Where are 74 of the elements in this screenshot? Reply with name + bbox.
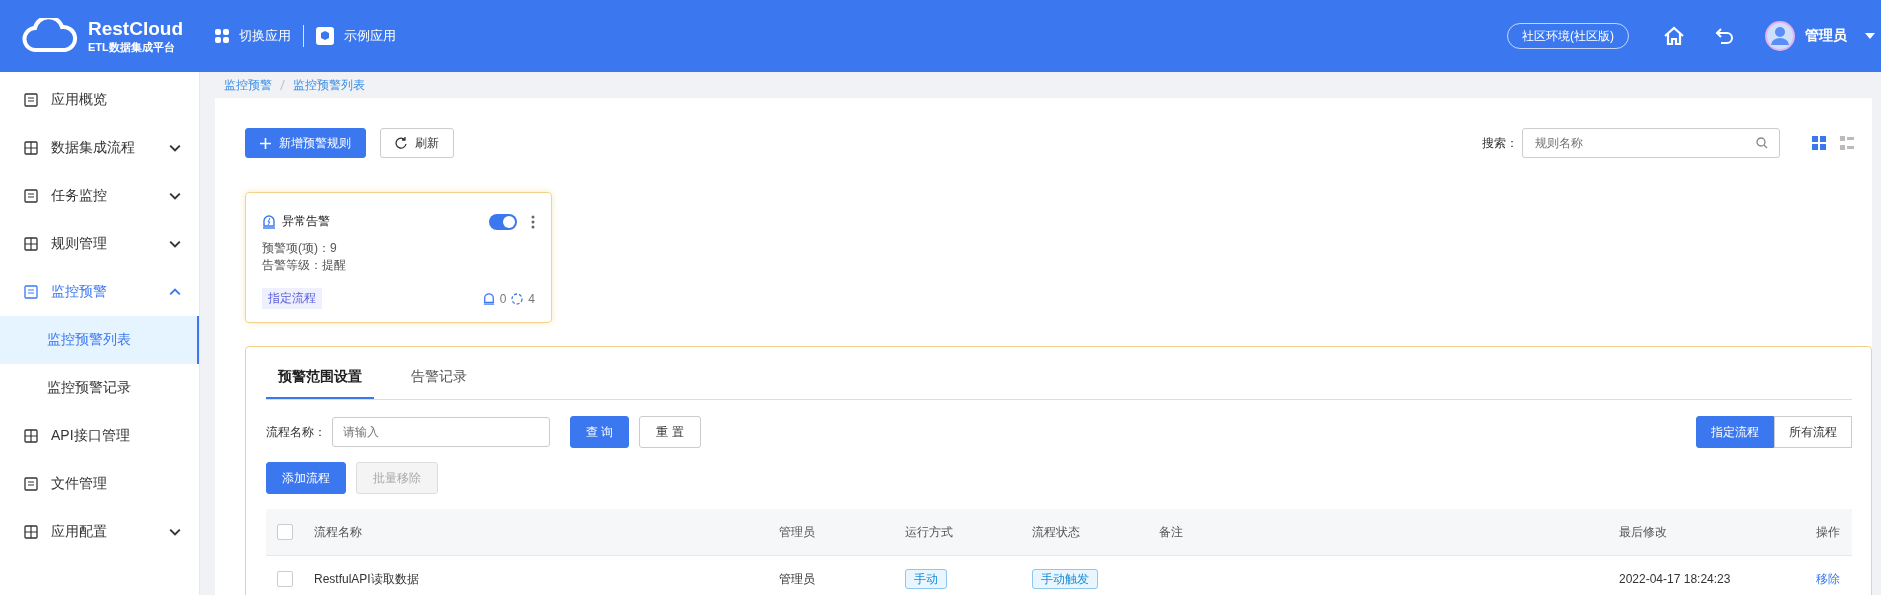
tab[interactable]: 告警记录 [400, 357, 478, 397]
add-process-button[interactable]: 添加流程 [266, 462, 346, 494]
status-tag: 手动触发 [1032, 568, 1098, 589]
process-name-input[interactable]: 请输入 [332, 417, 550, 447]
sidebar-item[interactable]: 应用配置 [0, 508, 199, 556]
sidebar-item[interactable]: API接口管理 [0, 412, 199, 460]
column-header: 操作 [1815, 523, 1841, 541]
grid-icon [215, 29, 229, 43]
column-header: 流程状态 [1032, 523, 1081, 541]
cube-icon [316, 27, 334, 45]
query-button[interactable]: 查 询 [570, 416, 630, 448]
mode-tag: 手动 [905, 568, 947, 589]
scope-toggle[interactable]: 所有流程 [1774, 416, 1852, 448]
search-field[interactable]: 规则名称 [1522, 128, 1780, 158]
avatar-icon[interactable] [1765, 21, 1795, 51]
grid-view-icon[interactable] [1812, 136, 1826, 150]
table-cell-text: 管理员 [779, 570, 816, 588]
menu-icon [24, 237, 38, 251]
toggle-switch[interactable] [489, 213, 517, 230]
undo-icon[interactable] [1715, 27, 1735, 45]
plus-icon [260, 137, 271, 149]
menu-icon [24, 189, 38, 203]
card-tag: 指定流程 [262, 288, 322, 309]
filter-label: 流程名称： [266, 423, 326, 441]
user-name[interactable]: 管理员 [1805, 27, 1847, 45]
search-label: 搜索： [1482, 134, 1518, 152]
nav-link[interactable]: 示例应用 [344, 27, 396, 45]
alarm-icon [482, 292, 495, 305]
column-header: 运行方式 [905, 523, 954, 541]
search-icon [1756, 137, 1768, 149]
menu-icon [24, 93, 38, 107]
rule-card[interactable]: 异常告警 预警项(项)：9 告警等级：提醒 指定流程 0 4 [245, 192, 552, 323]
card-detail: 告警等级：提醒 [262, 257, 347, 274]
loading-icon [511, 292, 524, 305]
sidebar-item[interactable]: 文件管理 [0, 460, 199, 508]
menu-icon [24, 429, 38, 443]
sidebar-item[interactable]: 应用概览 [0, 76, 199, 124]
nav-link[interactable]: 切换应用 [239, 27, 291, 45]
refresh-button[interactable]: 刷新 [380, 128, 454, 158]
column-header: 管理员 [779, 523, 816, 541]
logo-subtitle: ETL数据集成平台 [88, 39, 176, 55]
tab[interactable]: 预警范围设置 [266, 357, 374, 399]
sidebar-subitem[interactable]: 监控预警列表 [0, 316, 199, 364]
reset-button[interactable]: 重 置 [639, 416, 701, 448]
process-count: 4 [528, 291, 535, 306]
alert-count: 0 [499, 291, 507, 306]
checkbox[interactable] [277, 524, 293, 540]
more-icon[interactable] [531, 214, 535, 229]
scope-toggle[interactable]: 指定流程 [1696, 416, 1774, 448]
sidebar-item[interactable]: 规则管理 [0, 220, 199, 268]
sidebar-item[interactable]: 监控预警 [0, 268, 199, 316]
caret-icon[interactable] [1865, 33, 1875, 39]
card-detail: 预警项(项)：9 [262, 240, 338, 257]
alarm-icon [262, 214, 276, 229]
column-header: 备注 [1159, 523, 1184, 541]
menu-icon [24, 525, 38, 539]
sidebar-item[interactable]: 任务监控 [0, 172, 199, 220]
sidebar-item[interactable]: 数据集成流程 [0, 124, 199, 172]
table-cell-text: 2022-04-17 18:24:23 [1619, 572, 1732, 586]
sidebar-subitem[interactable]: 监控预警记录 [0, 364, 199, 412]
menu-icon [24, 477, 38, 491]
checkbox[interactable] [277, 571, 293, 587]
menu-icon [24, 285, 38, 299]
refresh-icon [395, 137, 407, 149]
logo-title: RestCloud [88, 17, 183, 40]
table-cell-text: RestfulAPI读取数据 [314, 570, 420, 588]
add-rule-button[interactable]: 新增预警规则 [245, 128, 366, 158]
column-header: 流程名称 [314, 523, 363, 541]
menu-icon [24, 141, 38, 155]
card-title: 异常告警 [282, 213, 330, 230]
cloud-logo-icon [22, 18, 78, 54]
remove-link[interactable]: 移除 [1816, 571, 1840, 586]
home-icon[interactable] [1663, 26, 1685, 46]
column-header: 最后修改 [1619, 523, 1668, 541]
